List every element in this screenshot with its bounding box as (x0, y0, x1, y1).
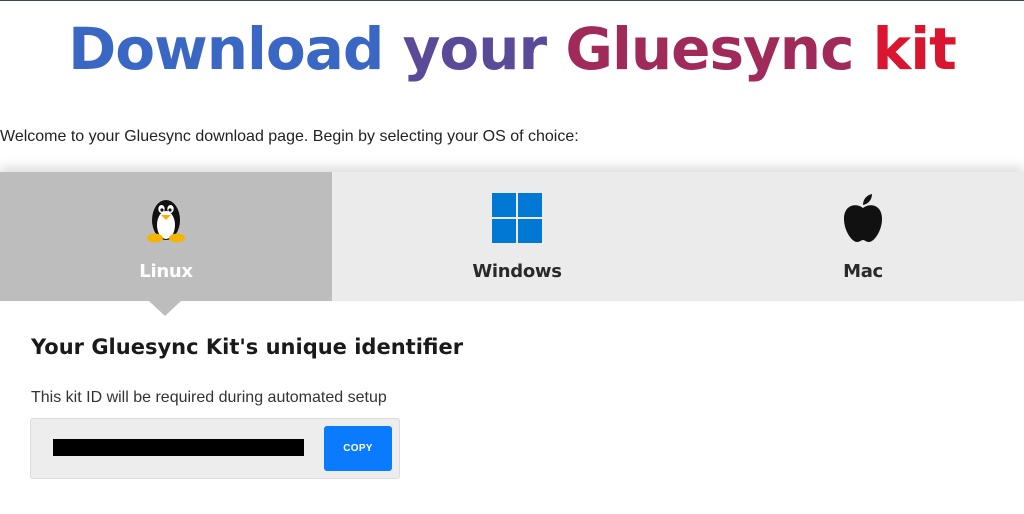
tab-linux[interactable]: Linux (0, 172, 332, 301)
headline-word-download: Download (68, 15, 384, 83)
page-headline: Download your Gluesync kit (0, 14, 1024, 84)
tab-windows-label: Windows (472, 261, 562, 282)
kit-id-title: Your Gluesync Kit's unique identifier (31, 335, 464, 359)
active-tab-pointer (149, 301, 181, 316)
tab-mac-label: Mac (843, 261, 883, 282)
intro-text: Welcome to your Gluesync download page. … (0, 128, 579, 145)
top-divider (0, 0, 1024, 1)
headline-word-gluesync: Gluesync (565, 15, 854, 83)
kit-id-field: COPY (30, 418, 400, 479)
apple-logo-icon (844, 194, 882, 242)
os-tab-bar: Linux Windows Mac (0, 172, 1024, 301)
tab-linux-label: Linux (139, 261, 193, 282)
tab-windows[interactable]: Windows (332, 172, 702, 301)
kit-id-description: This kit ID will be required during auto… (31, 389, 387, 406)
tab-mac[interactable]: Mac (702, 172, 1024, 301)
headline-word-your: your (402, 15, 548, 83)
kit-id-value-redacted (53, 439, 304, 456)
headline-word-kit: kit (872, 15, 957, 83)
penguin-icon (147, 200, 185, 243)
windows-logo-icon (492, 193, 542, 243)
copy-button[interactable]: COPY (324, 426, 392, 471)
